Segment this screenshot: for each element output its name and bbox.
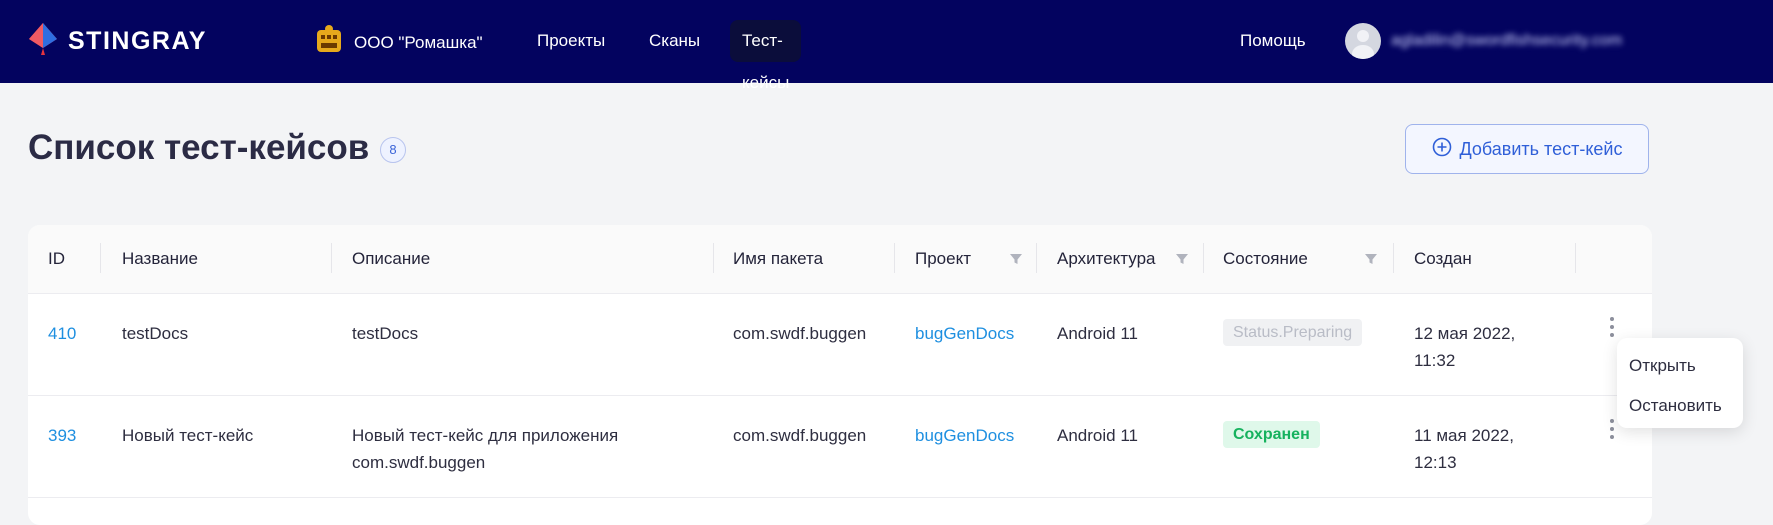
organization-selector[interactable]: ООО "Ромашка"	[314, 24, 483, 61]
user-email: agladilin@swordfishsecurity.com	[1391, 32, 1623, 49]
top-navigation-bar: STINGRAY ООО "Ромашка" Проекты Сканы Тес…	[0, 0, 1773, 92]
count-badge: 8	[380, 137, 406, 163]
row-name: testDocs	[122, 324, 189, 343]
menu-item-stop[interactable]: Остановить	[1617, 386, 1743, 426]
row-actions-menu: Открыть Остановить	[1617, 338, 1743, 428]
filter-icon[interactable]	[1364, 252, 1378, 271]
test-cases-table: ID Название Описание Имя пакета Проект А…	[28, 225, 1652, 525]
column-header-description[interactable]: Описание	[352, 225, 430, 293]
column-header-package[interactable]: Имя пакета	[733, 225, 823, 293]
nav-item-projects[interactable]: Проекты	[525, 20, 617, 62]
row-package: com.swdf.buggen	[733, 324, 867, 343]
filter-icon[interactable]	[1009, 252, 1023, 271]
column-divider	[713, 243, 714, 273]
row-description: Новый тест-кейс для приложения com.swdf.…	[352, 422, 618, 476]
organization-emblem-icon	[314, 24, 344, 61]
row-created-date: 11 мая 2022,	[1414, 426, 1514, 445]
row-created-time: 12:13	[1414, 453, 1457, 472]
user-menu[interactable]: agladilin@swordfishsecurity.com	[1345, 23, 1622, 59]
row-created-time: 11:32	[1414, 351, 1456, 370]
column-header-created[interactable]: Создан	[1414, 225, 1472, 293]
status-badge: Status.Preparing	[1223, 319, 1363, 346]
add-test-case-label: Добавить тест-кейс	[1459, 138, 1623, 159]
page-title: Список тест-кейсов	[28, 128, 370, 167]
column-header-id[interactable]: ID	[48, 225, 65, 293]
column-header-status[interactable]: Состояние	[1223, 225, 1308, 293]
table-row[interactable]: 410 testDocs testDocs com.swdf.buggen bu…	[28, 293, 1652, 396]
column-divider	[894, 243, 895, 273]
column-divider	[1575, 243, 1576, 273]
row-created-date: 12 мая 2022,	[1414, 324, 1516, 343]
row-id-link[interactable]: 410	[48, 320, 76, 347]
column-divider	[1036, 243, 1037, 273]
table-header: ID Название Описание Имя пакета Проект А…	[28, 225, 1652, 294]
kebab-menu-icon[interactable]	[1605, 317, 1619, 339]
nav-item-scans[interactable]: Сканы	[637, 20, 712, 62]
nav-item-test-cases[interactable]: Тест-кейсы	[730, 20, 802, 92]
stingray-logo-icon	[28, 22, 58, 61]
row-project-link[interactable]: bugGenDocs	[915, 320, 1014, 347]
plus-circle-icon	[1432, 137, 1460, 162]
row-description-line: com.swdf.buggen	[352, 453, 486, 472]
column-header-architecture[interactable]: Архитектура	[1057, 225, 1155, 293]
row-created: 12 мая 2022, 11:32	[1414, 320, 1515, 374]
row-architecture: Android 11	[1057, 324, 1138, 343]
row-name: Новый тест-кейс	[122, 426, 254, 445]
column-divider	[1393, 243, 1394, 273]
column-header-name[interactable]: Название	[122, 225, 198, 293]
column-divider	[331, 243, 332, 273]
row-id-link[interactable]: 393	[48, 422, 76, 449]
row-project-link[interactable]: bugGenDocs	[915, 422, 1014, 449]
organization-name: ООО "Ромашка"	[354, 32, 483, 52]
column-divider	[1203, 243, 1204, 273]
brand-name: STINGRAY	[68, 27, 207, 55]
add-test-case-button[interactable]: Добавить тест-кейс	[1405, 124, 1649, 174]
status-badge: Сохранен	[1223, 421, 1320, 448]
row-package: com.swdf.buggen	[733, 426, 867, 445]
menu-item-open[interactable]: Открыть	[1617, 346, 1743, 386]
row-description: testDocs	[352, 320, 418, 347]
help-link[interactable]: Помощь	[1240, 20, 1306, 62]
column-header-project[interactable]: Проект	[915, 225, 971, 293]
column-divider	[100, 243, 101, 273]
row-created: 11 мая 2022, 12:13	[1414, 422, 1514, 476]
row-description-line: testDocs	[352, 324, 419, 343]
brand-logo[interactable]: STINGRAY	[28, 22, 207, 61]
avatar	[1345, 23, 1381, 59]
row-architecture: Android 11	[1057, 426, 1138, 445]
filter-icon[interactable]	[1175, 252, 1189, 271]
table-row[interactable]: 393 Новый тест-кейс Новый тест-кейс для …	[28, 395, 1652, 498]
row-description-line: Новый тест-кейс для приложения	[352, 426, 619, 445]
